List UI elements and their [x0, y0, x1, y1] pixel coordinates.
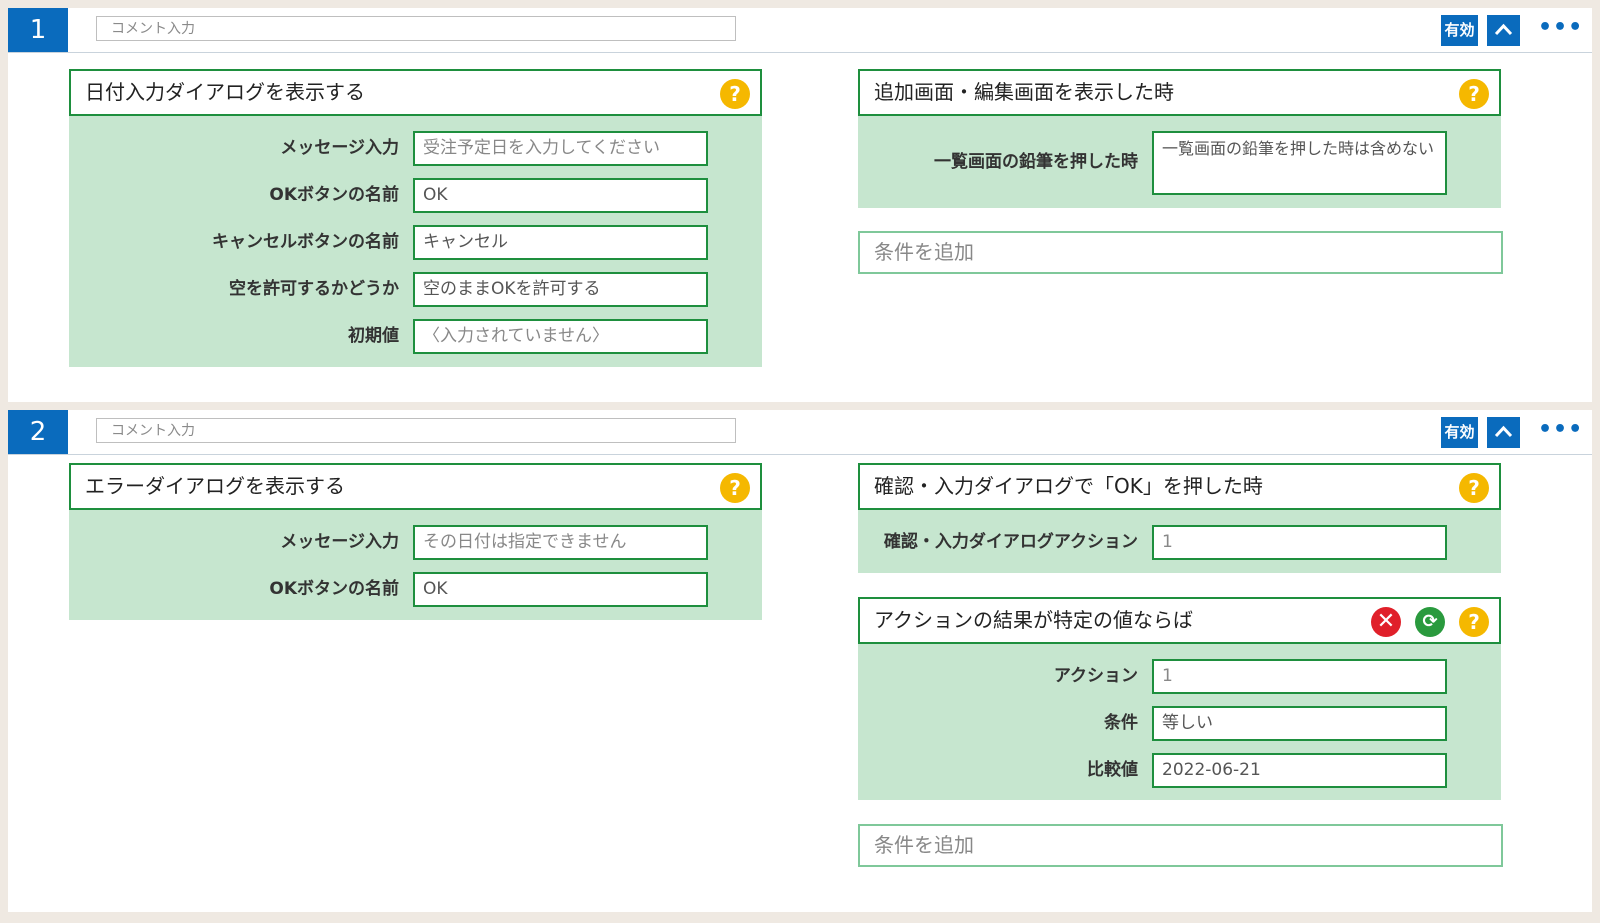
field-label: メッセージ入力: [280, 532, 399, 552]
action-block: 日付入力ダイアログを表示する ? メッセージ入力 受注予定日を入力してください …: [69, 69, 762, 367]
rule-number: 1: [8, 8, 68, 52]
rule-panel-1: 1 コメント入力 有効 ••• 日付入力ダイアログを表示する ? メッセージ入力…: [8, 8, 1592, 402]
operator-select[interactable]: 等しい: [1152, 706, 1447, 741]
question-circle-icon[interactable]: ?: [720, 79, 750, 109]
trigger-block: 確認・入力ダイアログで「OK」を押した時 ? 確認・入力ダイアログアクション 1: [858, 463, 1501, 573]
trigger-block: 追加画面・編集画面を表示した時 ? 一覧画面の鉛筆を押した時 一覧画面の鉛筆を押…: [858, 69, 1501, 208]
initial-value-input[interactable]: 〈入力されていません〉: [413, 319, 708, 354]
field-label: OKボタンの名前: [269, 185, 399, 205]
rule-header: 2 コメント入力 有効 •••: [8, 410, 1592, 455]
field-label: 確認・入力ダイアログアクション: [883, 532, 1138, 552]
action-title-bar: 日付入力ダイアログを表示する ?: [69, 69, 762, 116]
field-label: OKボタンの名前: [269, 579, 399, 599]
ok-button-name-input[interactable]: OK: [413, 572, 708, 607]
refresh-circle-icon[interactable]: ⟳: [1415, 607, 1445, 637]
field-label: 空を許可するかどうか: [229, 279, 399, 299]
trigger-title: 追加画面・編集画面を表示した時: [874, 80, 1174, 104]
field-label: 初期値: [348, 326, 399, 346]
condition-title: アクションの結果が特定の値ならば: [874, 608, 1193, 632]
question-circle-icon[interactable]: ?: [1459, 473, 1489, 503]
add-condition-button[interactable]: 条件を追加: [858, 231, 1503, 274]
trigger-title-bar: 追加画面・編集画面を表示した時 ?: [858, 69, 1501, 116]
collapse-button[interactable]: [1487, 417, 1520, 448]
action-select[interactable]: 1: [1152, 659, 1447, 694]
action-title: エラーダイアログを表示する: [85, 474, 345, 498]
question-circle-icon[interactable]: ?: [1459, 607, 1489, 637]
add-condition-button[interactable]: 条件を追加: [858, 824, 1503, 867]
rule-number: 2: [8, 410, 68, 454]
field-label: メッセージ入力: [280, 138, 399, 158]
question-circle-icon[interactable]: ?: [720, 473, 750, 503]
action-title-bar: エラーダイアログを表示する ?: [69, 463, 762, 510]
more-menu-button[interactable]: •••: [1538, 418, 1582, 446]
more-menu-button[interactable]: •••: [1538, 16, 1582, 44]
field-label: 比較値: [1087, 760, 1138, 780]
compare-value-input[interactable]: 2022-06-21: [1152, 753, 1447, 788]
enabled-toggle[interactable]: 有効: [1441, 417, 1478, 448]
field-label: 条件: [1104, 713, 1138, 733]
cancel-button-name-input[interactable]: キャンセル: [413, 225, 708, 260]
condition-title-bar: アクションの結果が特定の値ならば ✕ ⟳ ?: [858, 597, 1501, 644]
rule-panel-2: 2 コメント入力 有効 ••• エラーダイアログを表示する ? メッセージ入力 …: [8, 410, 1592, 912]
chevron-up-icon: [1494, 425, 1513, 438]
trigger-title-bar: 確認・入力ダイアログで「OK」を押した時 ?: [858, 463, 1501, 510]
condition-block: アクションの結果が特定の値ならば ✕ ⟳ ? アクション 1 条件 等しい 比較…: [858, 597, 1501, 800]
comment-input[interactable]: コメント入力: [96, 16, 736, 41]
message-input[interactable]: その日付は指定できません: [413, 525, 708, 560]
dialog-action-select[interactable]: 1: [1152, 525, 1447, 560]
question-circle-icon[interactable]: ?: [1459, 79, 1489, 109]
rule-header: 1 コメント入力 有効 •••: [8, 8, 1592, 53]
collapse-button[interactable]: [1487, 15, 1520, 46]
pencil-option-select[interactable]: 一覧画面の鉛筆を押した時は含めない: [1152, 131, 1447, 195]
field-label: キャンセルボタンの名前: [212, 232, 399, 252]
enabled-toggle[interactable]: 有効: [1441, 15, 1478, 46]
close-circle-icon[interactable]: ✕: [1371, 607, 1401, 637]
allow-empty-select[interactable]: 空のままOKを許可する: [413, 272, 708, 307]
field-label: アクション: [1053, 666, 1138, 686]
action-block: エラーダイアログを表示する ? メッセージ入力 その日付は指定できません OKボ…: [69, 463, 762, 620]
action-title: 日付入力ダイアログを表示する: [85, 80, 365, 104]
chevron-up-icon: [1494, 23, 1513, 36]
trigger-title: 確認・入力ダイアログで「OK」を押した時: [874, 474, 1263, 498]
comment-input[interactable]: コメント入力: [96, 418, 736, 443]
message-input[interactable]: 受注予定日を入力してください: [413, 131, 708, 166]
ok-button-name-input[interactable]: OK: [413, 178, 708, 213]
field-label: 一覧画面の鉛筆を押した時: [934, 152, 1138, 172]
